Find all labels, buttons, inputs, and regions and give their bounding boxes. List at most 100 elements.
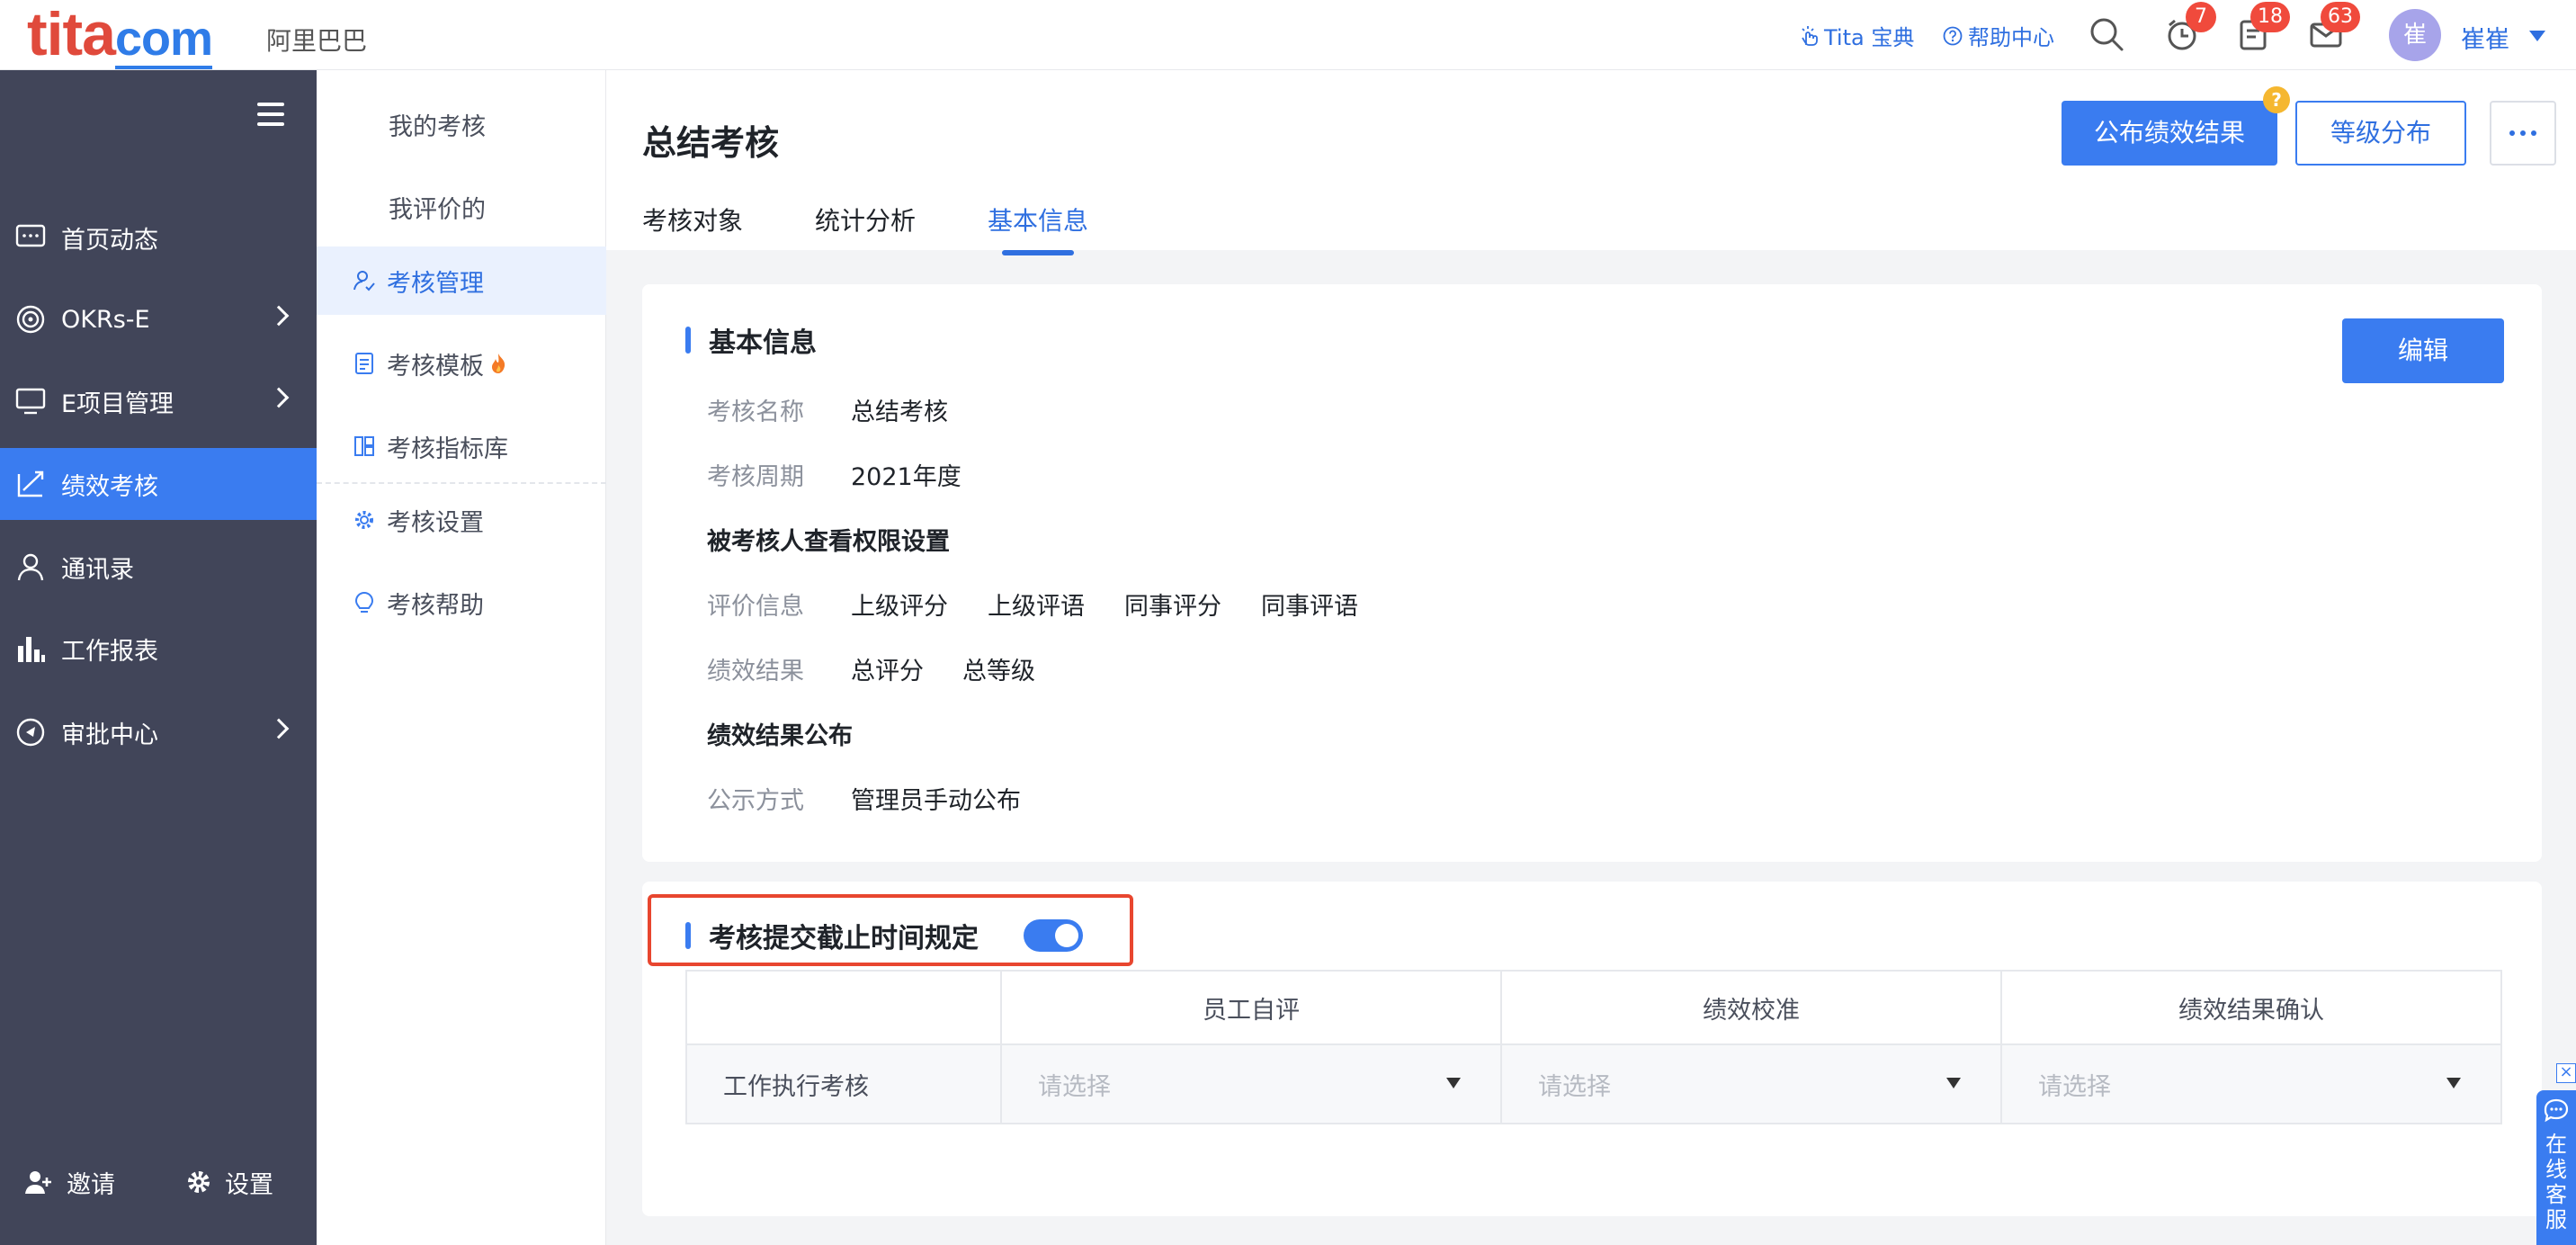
task-badge: 18 xyxy=(2250,2,2290,32)
logo-suffix: com xyxy=(115,12,213,69)
caret-down-icon xyxy=(1446,1078,1461,1088)
tab-statistics[interactable]: 统计分析 xyxy=(815,202,916,252)
subnav-item-my-reviews[interactable]: 我的考核 xyxy=(317,90,606,158)
subnav-item-review-management[interactable]: 考核管理 xyxy=(317,246,606,315)
service-label: 在线客服 xyxy=(2545,1132,2567,1232)
subnav-item-reviewed-by-me[interactable]: 我评价的 xyxy=(317,173,606,241)
grid-icon xyxy=(353,435,376,457)
logo-text: tita xyxy=(27,0,116,68)
nav-item-projects[interactable]: E项目管理 xyxy=(0,365,317,437)
nav-item-approvals[interactable]: 审批中心 xyxy=(0,696,317,768)
nav-item-performance[interactable]: 绩效考核 xyxy=(0,448,317,520)
review-name-value: 总结考核 xyxy=(851,399,948,426)
search-icon[interactable] xyxy=(2089,16,2124,52)
caret-down-icon xyxy=(2446,1078,2461,1088)
eval-value: 上级评分 xyxy=(851,593,948,621)
subnav-label: 考核帮助 xyxy=(387,591,484,620)
subnav-label: 我评价的 xyxy=(389,195,486,224)
subnav-label: 考核模板 xyxy=(387,352,484,381)
edit-button[interactable]: 编辑 xyxy=(2342,318,2504,383)
gear-icon xyxy=(353,509,376,531)
review-name-label: 考核名称 xyxy=(707,399,804,426)
top-bar: titacom 阿里巴巴 Tita 宝典 帮助中心 7 18 63 崔 崔崔 xyxy=(0,0,2576,70)
publish-heading: 绩效结果公布 xyxy=(707,722,853,750)
more-options-button[interactable] xyxy=(2490,101,2556,166)
page-header: 总结考核 考核对象 统计分析 基本信息 公布绩效结果 ? 等级分布 xyxy=(606,70,2576,255)
subnav-item-indicator-library[interactable]: 考核指标库 xyxy=(317,412,606,480)
subnav-item-templates[interactable]: 考核模板 xyxy=(317,329,606,398)
nav-label: 工作报表 xyxy=(61,637,158,666)
subnav-divider xyxy=(317,482,606,484)
publish-method-value: 管理员手动公布 xyxy=(851,787,1021,815)
help-hint-icon[interactable]: ? xyxy=(2263,86,2290,113)
invite-label: 邀请 xyxy=(67,1170,115,1199)
select-placeholder: 请选择 xyxy=(1538,1072,1611,1101)
chevron-right-icon xyxy=(268,387,290,408)
settings-button[interactable]: 设置 xyxy=(185,1164,273,1200)
chat-icon xyxy=(2544,1098,2569,1123)
nav-label: OKRs-E xyxy=(61,305,150,334)
eval-value: 同事评语 xyxy=(1261,593,1358,621)
self-eval-select[interactable]: 请选择 xyxy=(1002,1045,1502,1123)
subnav-label: 我的考核 xyxy=(389,112,486,141)
subnav-item-settings[interactable]: 考核设置 xyxy=(317,486,606,554)
main-sidebar: 首页动态 OKRs-E E项目管理 绩效考核 通讯录 工作报表 审批中心 邀请 … xyxy=(0,70,317,1245)
publish-results-button[interactable]: 公布绩效结果 xyxy=(2062,101,2277,166)
tita-logo[interactable]: titacom xyxy=(27,4,213,69)
user-manage-icon xyxy=(353,269,376,292)
subnav-label: 考核设置 xyxy=(387,508,484,537)
page-title: 总结考核 xyxy=(642,123,780,163)
secondary-sidebar: 我的考核 我评价的 考核管理 考核模板 考核指标库 考核设置 考核帮助 xyxy=(317,70,606,1245)
select-placeholder: 请选择 xyxy=(2038,1072,2111,1101)
service-close-icon[interactable]: × xyxy=(2556,1063,2576,1083)
table-header-cell: 绩效结果确认 xyxy=(2178,996,2324,1025)
user-menu-caret-icon[interactable] xyxy=(2529,31,2545,41)
result-value: 总等级 xyxy=(962,658,1035,685)
chat-bubble-icon xyxy=(14,221,47,254)
target-icon xyxy=(14,303,47,336)
nav-item-home-feed[interactable]: 首页动态 xyxy=(0,202,317,273)
help-center-label: 帮助中心 xyxy=(1968,25,2054,50)
avatar[interactable]: 崔 xyxy=(2389,9,2441,61)
calibration-select[interactable]: 请选择 xyxy=(1502,1045,2002,1123)
settings-label: 设置 xyxy=(225,1170,273,1199)
gear-icon xyxy=(188,1171,210,1193)
org-name: 阿里巴巴 xyxy=(266,26,368,56)
result-label: 绩效结果 xyxy=(707,658,804,685)
nav-label: 首页动态 xyxy=(61,226,158,255)
menu-toggle-icon[interactable] xyxy=(257,103,284,126)
nav-item-contacts[interactable]: 通讯录 xyxy=(0,531,317,603)
result-confirm-select[interactable]: 请选择 xyxy=(2002,1045,2500,1123)
trend-chart-icon xyxy=(14,468,47,500)
nav-item-okrs[interactable]: OKRs-E xyxy=(0,283,317,355)
tita-guide-label: Tita 宝典 xyxy=(1824,25,1915,50)
message-badge: 63 xyxy=(2321,2,2360,32)
caret-down-icon xyxy=(1946,1078,1961,1088)
subnav-item-help[interactable]: 考核帮助 xyxy=(317,569,606,637)
highlight-box xyxy=(648,894,1133,966)
invite-person-icon xyxy=(25,1171,51,1194)
table-header-cell xyxy=(687,972,1002,1043)
person-icon xyxy=(14,551,47,583)
grade-distribution-button[interactable]: 等级分布 xyxy=(2295,101,2466,166)
tab-basic-info[interactable]: 基本信息 xyxy=(988,202,1088,255)
nav-label: E项目管理 xyxy=(61,390,174,418)
tab-review-targets[interactable]: 考核对象 xyxy=(642,202,743,252)
help-center-link[interactable]: 帮助中心 xyxy=(1943,20,2054,51)
user-name[interactable]: 崔崔 xyxy=(2461,20,2509,55)
reminder-badge: 7 xyxy=(2186,2,2216,32)
review-period-value: 2021年度 xyxy=(851,463,962,491)
table-header-cell: 员工自评 xyxy=(1002,972,1502,1043)
invite-button[interactable]: 邀请 xyxy=(23,1164,115,1200)
subnav-label: 考核指标库 xyxy=(387,434,508,463)
eval-value: 上级评语 xyxy=(988,593,1085,621)
row-label: 工作执行考核 xyxy=(687,1045,1002,1123)
tita-guide-link[interactable]: Tita 宝典 xyxy=(1799,20,1914,51)
nav-item-reports[interactable]: 工作报表 xyxy=(0,613,317,685)
permission-heading: 被考核人查看权限设置 xyxy=(707,528,950,556)
result-value: 总评分 xyxy=(851,658,924,685)
document-icon xyxy=(353,352,376,375)
basic-info-title: 基本信息 xyxy=(685,320,817,360)
fire-icon xyxy=(492,354,505,373)
online-service-button[interactable]: 在线客服 xyxy=(2536,1090,2576,1245)
